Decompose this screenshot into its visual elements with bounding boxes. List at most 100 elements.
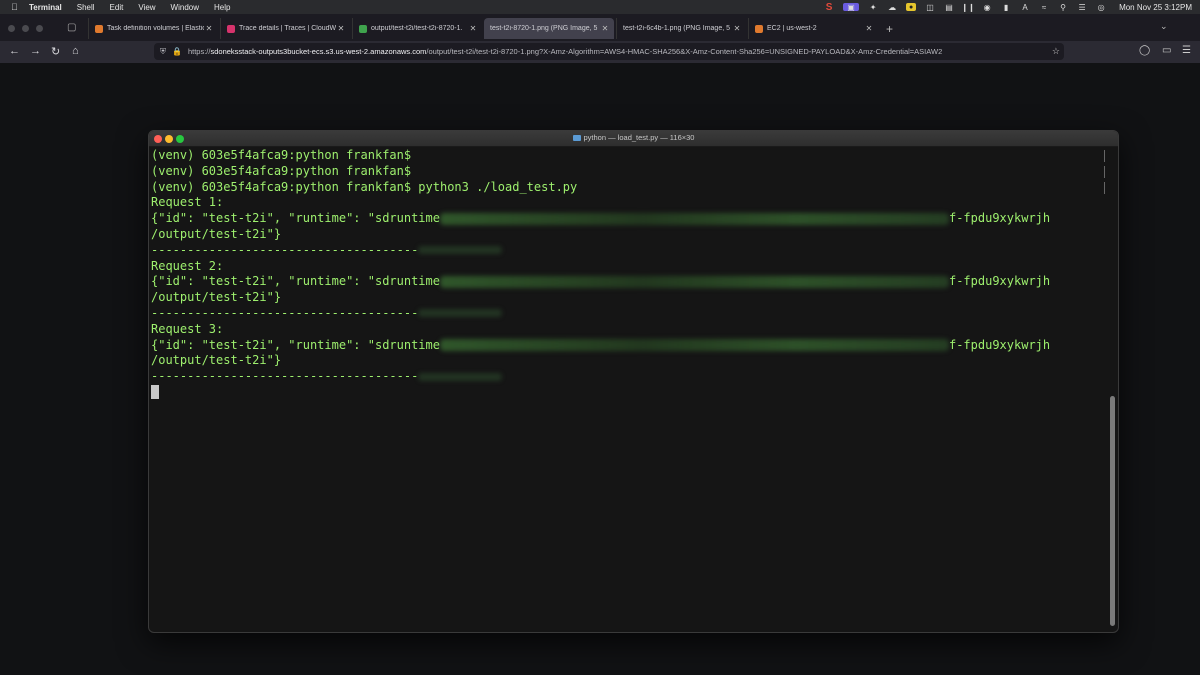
- redacted-region: [439, 339, 949, 352]
- s3-favicon-icon: [359, 24, 367, 33]
- terminal-screen[interactable]: (venv) 603e5f4afca9:python frankfan$ (ve…: [151, 148, 1106, 401]
- close-tab-icon[interactable]: ✕: [600, 24, 610, 33]
- aws-favicon-icon: [95, 24, 103, 33]
- tab-trace-details[interactable]: Trace details | Traces | CloudWa ✕: [220, 18, 350, 39]
- separator: -------------------------------------: [151, 369, 419, 384]
- window-zoom-button[interactable]: [36, 25, 43, 32]
- lock-icon[interactable]: 🔒: [172, 47, 182, 56]
- close-tab-icon[interactable]: ✕: [336, 24, 346, 33]
- redacted-region: [418, 309, 503, 318]
- menu-bar:  Terminal Shell Edit View Window Help S…: [0, 0, 1200, 14]
- url-scheme: https://: [187, 47, 211, 56]
- tab-overview-icon[interactable]: ▢: [67, 22, 79, 33]
- yellow-app-icon[interactable]: ●: [906, 3, 917, 11]
- terminal-title: python — load_test.py — 116×30: [149, 133, 1118, 142]
- separator-line: -------------------------------------: [151, 243, 1106, 259]
- search-icon[interactable]: ⚲: [1058, 3, 1068, 12]
- json-output-line: {"id": "test-t2i", "runtime": "sdruntime…: [151, 274, 1106, 290]
- chevron-down-icon[interactable]: ⌄: [1160, 21, 1168, 32]
- scroll-marker: [1104, 182, 1105, 194]
- terminal-line: (venv) 603e5f4afca9:python frankfan$: [151, 148, 412, 162]
- json-end: f-fpdu9xykwrjh: [948, 337, 1051, 352]
- close-tab-icon[interactable]: ✕: [864, 24, 874, 33]
- tab-title: EC2 | us-west-2: [767, 25, 817, 32]
- screen-share-icon[interactable]: ▣: [843, 3, 860, 12]
- status-area: S ▣ ✦ ☁ ● ◫ ▤ ❙❙ ◉ ▮ A ≈ ⚲ ☰ ◎ Mon Nov 2…: [824, 0, 1192, 14]
- tab-png-image-6c4b[interactable]: test-t2i-6c4b-1.png (PNG Image, 5 ✕: [616, 18, 746, 39]
- tab-title: test-t2i-6c4b-1.png (PNG Image, 5: [623, 25, 730, 32]
- url-bar[interactable]: ⛨ 🔒 https://sdoneksstack-outputs3bucket-…: [154, 43, 1064, 60]
- terminal-cursor: [151, 385, 159, 400]
- terminal-title-text: python — load_test.py — 116×30: [583, 133, 695, 142]
- close-tab-icon[interactable]: ✕: [732, 24, 742, 33]
- tab-s3-output[interactable]: output/test-t2i/test-t2i-8720-1. ✕: [352, 18, 482, 39]
- wifi-icon[interactable]: ≈: [1039, 3, 1049, 12]
- terminal-line: /output/test-t2i"}: [151, 290, 282, 305]
- json-head: {"id": "test-t2i", "runtime": "sdruntime: [151, 337, 440, 352]
- scroll-thumb[interactable]: [1110, 396, 1115, 626]
- extensions-icon[interactable]: ▭: [1162, 45, 1171, 56]
- menu-window[interactable]: Window: [171, 3, 199, 12]
- nav-bar: ← → ↻ ⌂ ⛨ 🔒 https://sdoneksstack-outputs…: [0, 41, 1200, 63]
- tab-title: output/test-t2i/test-t2i-8720-1.: [371, 25, 463, 32]
- ec2-favicon-icon: [755, 24, 763, 33]
- separator: -------------------------------------: [151, 242, 419, 257]
- record-icon[interactable]: ◉: [982, 3, 992, 12]
- redacted-region: [418, 372, 503, 381]
- separator-line: -------------------------------------: [151, 306, 1106, 322]
- menu-help[interactable]: Help: [214, 3, 230, 12]
- terminal-line: /output/test-t2i"}: [151, 353, 282, 368]
- tab-ec2[interactable]: EC2 | us-west-2 ✕: [748, 18, 878, 39]
- s-app-icon[interactable]: S: [824, 2, 834, 13]
- menu-view[interactable]: View: [138, 3, 155, 12]
- terminal-title-bar[interactable]: python — load_test.py — 116×30: [149, 131, 1118, 147]
- redacted-region: [418, 246, 503, 255]
- separator: -------------------------------------: [151, 305, 419, 320]
- request-label: Request 2:: [151, 258, 224, 273]
- url-path: /output/test-t2i/test-t2i-8720-1.png?X-A…: [426, 47, 943, 56]
- bookmark-star-icon[interactable]: ☆: [1052, 46, 1060, 57]
- terminal-line: (venv) 603e5f4afca9:python frankfan$ pyt…: [151, 179, 578, 194]
- menu-edit[interactable]: Edit: [110, 3, 124, 12]
- terminal-line: /output/test-t2i"}: [151, 226, 282, 241]
- menu-shell[interactable]: Shell: [77, 3, 95, 12]
- layers-icon[interactable]: ◫: [925, 3, 935, 12]
- close-tab-icon[interactable]: ✕: [468, 24, 478, 33]
- menu-app-name[interactable]: Terminal: [29, 3, 62, 12]
- clipboard-icon[interactable]: ▤: [944, 3, 954, 12]
- pocket-icon[interactable]: ◯: [1139, 45, 1150, 56]
- scroll-marker: [1104, 166, 1105, 178]
- tab-title: test-t2i-8720-1.png (PNG Image, 5: [490, 25, 598, 32]
- folder-icon: [572, 135, 581, 142]
- window-close-button[interactable]: [8, 25, 15, 32]
- terminal-line: (venv) 603e5f4afca9:python frankfan$: [151, 163, 412, 178]
- siri-icon[interactable]: ◎: [1096, 3, 1106, 12]
- tab-png-image-8720[interactable]: test-t2i-8720-1.png (PNG Image, 5 ✕: [484, 18, 614, 39]
- text-input-icon[interactable]: A: [1020, 3, 1030, 12]
- tab-task-definition[interactable]: Task definition volumes | Elastic ✕: [88, 18, 218, 39]
- home-icon[interactable]: ⌂: [72, 45, 79, 57]
- back-arrow-icon[interactable]: ←: [9, 45, 20, 57]
- menu-hamburger-icon[interactable]: ☰: [1182, 45, 1191, 56]
- terminal-scrollbar[interactable]: [1104, 148, 1116, 630]
- tab-title: Task definition volumes | Elastic: [107, 25, 204, 32]
- control-center-icon[interactable]: ☰: [1077, 3, 1087, 12]
- slack-icon[interactable]: ✦: [868, 3, 878, 12]
- terminal-window[interactable]: python — load_test.py — 116×30 (venv) 60…: [148, 130, 1119, 633]
- separator-line: -------------------------------------: [151, 369, 1106, 385]
- json-head: {"id": "test-t2i", "runtime": "sdruntime: [151, 274, 440, 289]
- json-output-line: {"id": "test-t2i", "runtime": "sdruntime…: [151, 211, 1106, 227]
- cloudwatch-favicon-icon: [227, 24, 235, 33]
- apple-icon[interactable]: : [11, 2, 21, 12]
- battery-icon[interactable]: ▮: [1001, 3, 1011, 12]
- menu-clock[interactable]: Mon Nov 25 3:12PM: [1119, 3, 1192, 12]
- forward-arrow-icon[interactable]: →: [30, 45, 41, 57]
- cloud-icon[interactable]: ☁: [887, 3, 897, 12]
- close-tab-icon[interactable]: ✕: [204, 24, 214, 33]
- reload-icon[interactable]: ↻: [51, 45, 60, 58]
- shield-icon[interactable]: ⛨: [160, 47, 166, 57]
- window-minimize-button[interactable]: [22, 25, 29, 32]
- new-tab-icon[interactable]: +: [886, 22, 893, 36]
- request-label: Request 1:: [151, 195, 224, 210]
- pause-icon[interactable]: ❙❙: [961, 3, 974, 12]
